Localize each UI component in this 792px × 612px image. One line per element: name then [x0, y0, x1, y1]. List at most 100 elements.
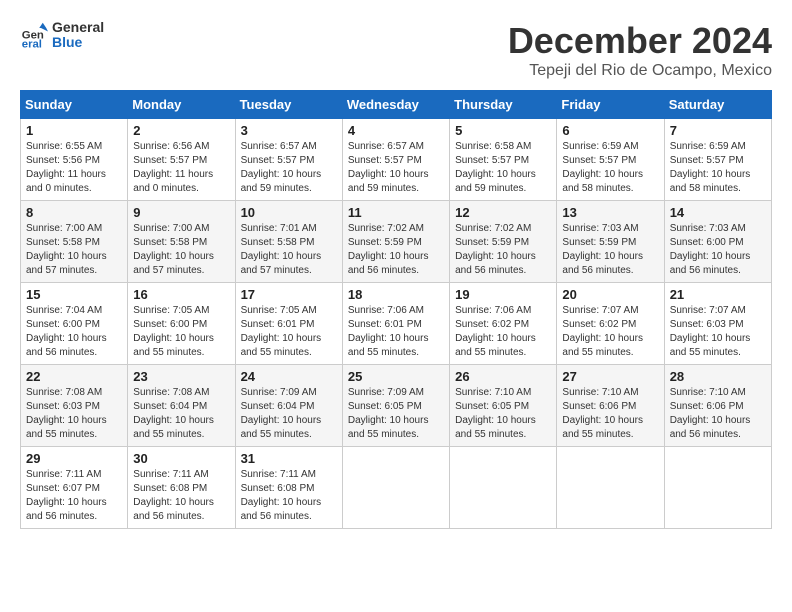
calendar-cell [342, 447, 449, 529]
day-number: 23 [133, 369, 229, 384]
calendar-cell: 14 Sunrise: 7:03 AMSunset: 6:00 PMDayligh… [664, 201, 771, 283]
day-number: 17 [241, 287, 337, 302]
day-info: Sunrise: 7:10 AMSunset: 6:05 PMDaylight:… [455, 386, 551, 442]
calendar-cell: 17 Sunrise: 7:05 AMSunset: 6:01 PMDayligh… [235, 283, 342, 365]
calendar-cell: 25Sunrise: 7:09 AMSunset: 6:05 PMDayligh… [342, 365, 449, 447]
calendar-cell: 10 Sunrise: 7:01 AMSunset: 5:58 PMDayligh… [235, 201, 342, 283]
day-number: 12 [455, 205, 551, 220]
calendar-cell: 23 Sunrise: 7:08 AMSunset: 6:04 PMDayligh… [128, 365, 235, 447]
day-info: Sunrise: 7:07 AMSunset: 6:02 PMDaylight:… [562, 304, 658, 360]
calendar-cell: 7 Sunrise: 6:59 AMSunset: 5:57 PMDaylight… [664, 119, 771, 201]
day-info: Sunrise: 6:57 AMSunset: 5:57 PMDaylight:… [241, 140, 337, 196]
day-number: 8 [26, 205, 122, 220]
day-info: Sunrise: 7:00 AMSunset: 5:58 PMDaylight:… [26, 222, 122, 278]
location: Tepeji del Rio de Ocampo, Mexico [508, 62, 772, 80]
calendar-week-4: 22 Sunrise: 7:08 AMSunset: 6:03 PMDayligh… [21, 365, 772, 447]
weekday-header-sunday: Sunday [21, 91, 128, 119]
calendar-cell: 5 Sunrise: 6:58 AMSunset: 5:57 PMDaylight… [450, 119, 557, 201]
logo-icon: Gen eral [20, 21, 48, 49]
day-number: 1 [26, 123, 122, 138]
day-number: 11 [348, 205, 444, 220]
logo-blue: Blue [52, 35, 104, 50]
day-info: Sunrise: 7:05 AMSunset: 6:01 PMDaylight:… [241, 304, 337, 360]
calendar-week-1: 1Sunrise: 6:55 AMSunset: 5:56 PMDaylight… [21, 119, 772, 201]
day-number: 10 [241, 205, 337, 220]
day-info: Sunrise: 7:07 AMSunset: 6:03 PMDaylight:… [670, 304, 766, 360]
calendar-cell: 30Sunrise: 7:11 AMSunset: 6:08 PMDayligh… [128, 447, 235, 529]
calendar-cell: 6 Sunrise: 6:59 AMSunset: 5:57 PMDaylight… [557, 119, 664, 201]
title-section: December 2024 Tepeji del Rio de Ocampo, … [508, 20, 772, 80]
calendar-cell: 16Sunrise: 7:05 AMSunset: 6:00 PMDayligh… [128, 283, 235, 365]
day-info: Sunrise: 7:00 AMSunset: 5:58 PMDaylight:… [133, 222, 229, 278]
day-number: 7 [670, 123, 766, 138]
calendar-cell: 11Sunrise: 7:02 AMSunset: 5:59 PMDayligh… [342, 201, 449, 283]
weekday-header-thursday: Thursday [450, 91, 557, 119]
day-number: 26 [455, 369, 551, 384]
day-number: 2 [133, 123, 229, 138]
svg-text:eral: eral [22, 39, 42, 50]
day-info: Sunrise: 7:08 AMSunset: 6:03 PMDaylight:… [26, 386, 122, 442]
calendar-cell: 15Sunrise: 7:04 AMSunset: 6:00 PMDayligh… [21, 283, 128, 365]
calendar-cell: 2 Sunrise: 6:56 AMSunset: 5:57 PMDaylight… [128, 119, 235, 201]
calendar-cell: 29Sunrise: 7:11 AMSunset: 6:07 PMDayligh… [21, 447, 128, 529]
day-info: Sunrise: 7:09 AMSunset: 6:04 PMDaylight:… [241, 386, 337, 442]
calendar-cell: 26 Sunrise: 7:10 AMSunset: 6:05 PMDayligh… [450, 365, 557, 447]
day-number: 3 [241, 123, 337, 138]
calendar-cell: 13Sunrise: 7:03 AMSunset: 5:59 PMDayligh… [557, 201, 664, 283]
day-number: 5 [455, 123, 551, 138]
page-header: Gen eral General Blue December 2024 Tepe… [20, 20, 772, 80]
calendar-week-2: 8 Sunrise: 7:00 AMSunset: 5:58 PMDaylight… [21, 201, 772, 283]
day-info: Sunrise: 6:57 AMSunset: 5:57 PMDaylight:… [348, 140, 444, 196]
calendar-cell: 27Sunrise: 7:10 AMSunset: 6:06 PMDayligh… [557, 365, 664, 447]
weekday-header-saturday: Saturday [664, 91, 771, 119]
calendar-cell: 8 Sunrise: 7:00 AMSunset: 5:58 PMDaylight… [21, 201, 128, 283]
day-info: Sunrise: 7:03 AMSunset: 6:00 PMDaylight:… [670, 222, 766, 278]
day-number: 28 [670, 369, 766, 384]
day-info: Sunrise: 7:05 AMSunset: 6:00 PMDaylight:… [133, 304, 229, 360]
day-number: 13 [562, 205, 658, 220]
day-number: 21 [670, 287, 766, 302]
calendar-cell: 9 Sunrise: 7:00 AMSunset: 5:58 PMDaylight… [128, 201, 235, 283]
day-info: Sunrise: 6:56 AMSunset: 5:57 PMDaylight:… [133, 140, 229, 196]
day-number: 24 [241, 369, 337, 384]
calendar-cell: 19 Sunrise: 7:06 AMSunset: 6:02 PMDayligh… [450, 283, 557, 365]
day-info: Sunrise: 7:01 AMSunset: 5:58 PMDaylight:… [241, 222, 337, 278]
weekday-header-wednesday: Wednesday [342, 91, 449, 119]
calendar-cell: 12 Sunrise: 7:02 AMSunset: 5:59 PMDayligh… [450, 201, 557, 283]
calendar-cell: 1Sunrise: 6:55 AMSunset: 5:56 PMDaylight… [21, 119, 128, 201]
weekday-header-friday: Friday [557, 91, 664, 119]
day-number: 18 [348, 287, 444, 302]
day-number: 4 [348, 123, 444, 138]
day-info: Sunrise: 7:06 AMSunset: 6:02 PMDaylight:… [455, 304, 551, 360]
day-info: Sunrise: 7:08 AMSunset: 6:04 PMDaylight:… [133, 386, 229, 442]
calendar-cell: 24 Sunrise: 7:09 AMSunset: 6:04 PMDayligh… [235, 365, 342, 447]
day-info: Sunrise: 6:59 AMSunset: 5:57 PMDaylight:… [562, 140, 658, 196]
day-number: 19 [455, 287, 551, 302]
calendar-week-5: 29Sunrise: 7:11 AMSunset: 6:07 PMDayligh… [21, 447, 772, 529]
day-number: 6 [562, 123, 658, 138]
weekday-header-tuesday: Tuesday [235, 91, 342, 119]
day-number: 31 [241, 451, 337, 466]
calendar-cell: 21 Sunrise: 7:07 AMSunset: 6:03 PMDayligh… [664, 283, 771, 365]
day-info: Sunrise: 7:02 AMSunset: 5:59 PMDaylight:… [455, 222, 551, 278]
calendar-cell: 28 Sunrise: 7:10 AMSunset: 6:06 PMDayligh… [664, 365, 771, 447]
day-info: Sunrise: 6:59 AMSunset: 5:57 PMDaylight:… [670, 140, 766, 196]
day-number: 22 [26, 369, 122, 384]
calendar-cell: 4 Sunrise: 6:57 AMSunset: 5:57 PMDaylight… [342, 119, 449, 201]
calendar-cell [557, 447, 664, 529]
day-number: 14 [670, 205, 766, 220]
day-number: 20 [562, 287, 658, 302]
day-number: 9 [133, 205, 229, 220]
calendar-cell [664, 447, 771, 529]
weekday-header-row: SundayMondayTuesdayWednesdayThursdayFrid… [21, 91, 772, 119]
calendar-cell [450, 447, 557, 529]
logo-text: General Blue [52, 20, 104, 51]
day-info: Sunrise: 7:10 AMSunset: 6:06 PMDaylight:… [670, 386, 766, 442]
calendar-cell: 31 Sunrise: 7:11 AMSunset: 6:08 PMDayligh… [235, 447, 342, 529]
day-info: Sunrise: 6:58 AMSunset: 5:57 PMDaylight:… [455, 140, 551, 196]
day-info: Sunrise: 7:06 AMSunset: 6:01 PMDaylight:… [348, 304, 444, 360]
calendar-table: SundayMondayTuesdayWednesdayThursdayFrid… [20, 90, 772, 529]
day-number: 27 [562, 369, 658, 384]
calendar-week-3: 15Sunrise: 7:04 AMSunset: 6:00 PMDayligh… [21, 283, 772, 365]
day-info: Sunrise: 7:11 AMSunset: 6:08 PMDaylight:… [241, 468, 337, 524]
